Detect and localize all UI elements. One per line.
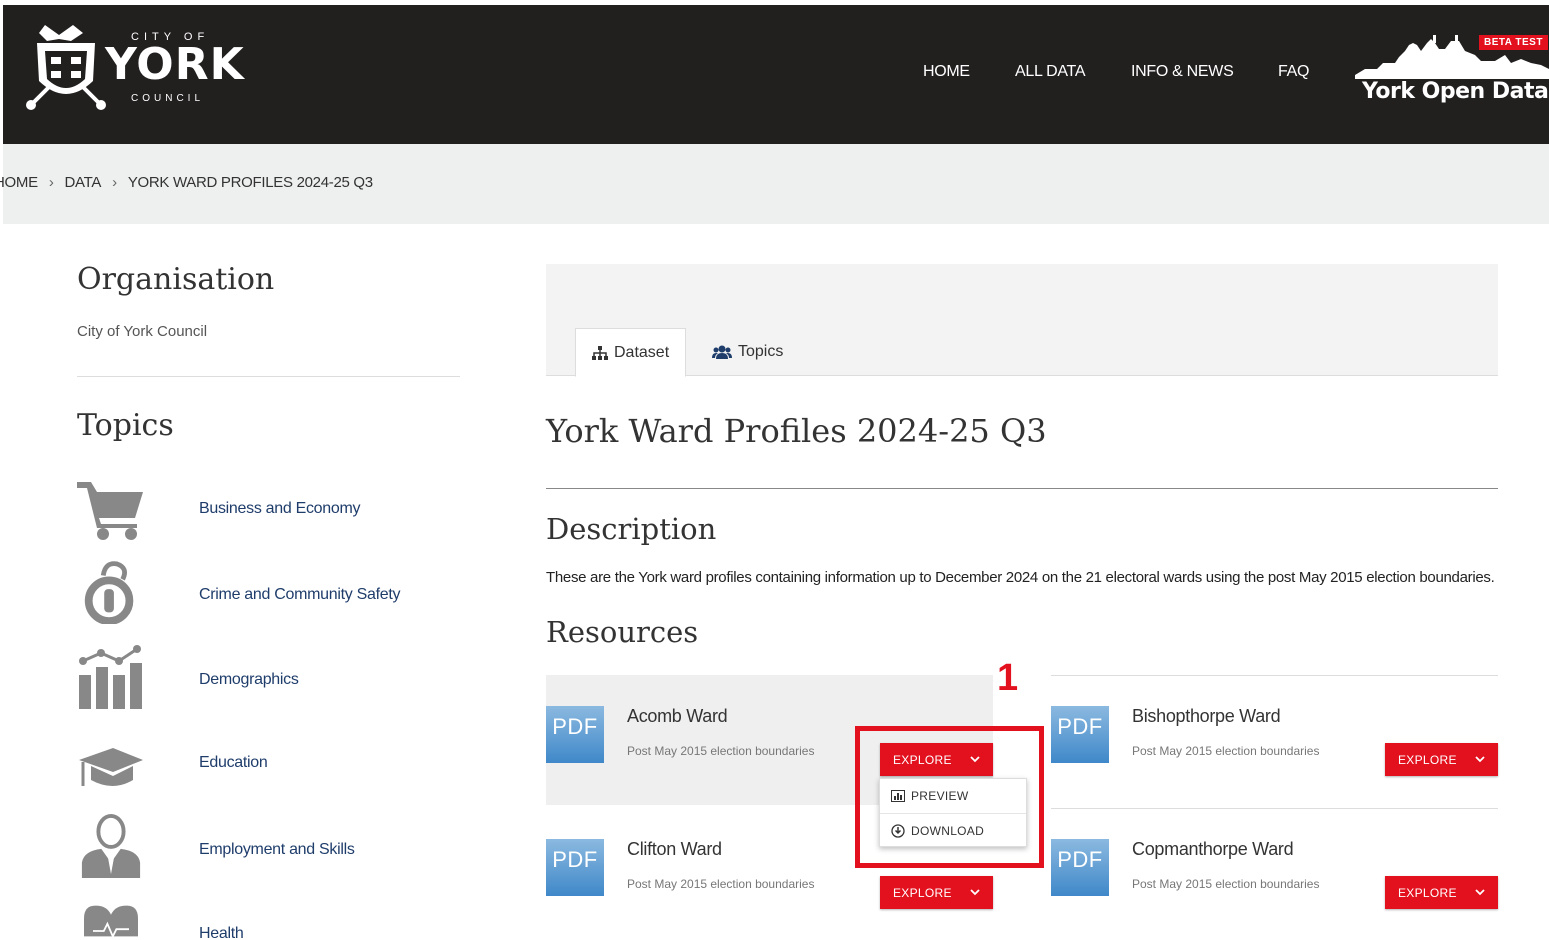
nav-info-news[interactable]: INFO & NEWS	[1131, 63, 1234, 81]
resource-subtitle: Post May 2015 election boundaries	[1132, 877, 1320, 891]
organisation-name: City of York Council	[77, 323, 208, 340]
resource-item[interactable]: PDF Copmanthorpe Ward Post May 2015 elec…	[1051, 808, 1498, 938]
tab-dataset-label: Dataset	[614, 343, 670, 361]
resource-subtitle: Post May 2015 election boundaries	[627, 744, 815, 758]
explore-button[interactable]: EXPLORE	[1385, 876, 1498, 909]
topic-label: Employment and Skills	[199, 841, 355, 858]
topic-label: Health	[199, 925, 244, 940]
topic-label: Business and Economy	[199, 500, 361, 517]
resources-heading: Resources	[546, 615, 699, 649]
topic-demographics[interactable]: Demographics	[77, 645, 460, 715]
resource-subtitle: Post May 2015 election boundaries	[1132, 744, 1320, 758]
topic-employment-and-skills[interactable]: Employment and Skills	[77, 814, 460, 884]
breadcrumb-separator-icon: ›	[112, 174, 117, 191]
breadcrumb: HOME › DATA › YORK WARD PROFILES 2024-25 Q3	[0, 174, 373, 191]
resource-divider	[1051, 808, 1498, 809]
resource-item[interactable]: PDF Bishopthorpe Ward Post May 2015 elec…	[1051, 675, 1498, 805]
breadcrumb-home[interactable]: HOME	[0, 174, 38, 191]
tab-topics-label: Topics	[738, 343, 784, 360]
bar-chart-icon	[79, 645, 142, 709]
businessman-icon	[81, 814, 141, 878]
site-header: CITY OF YORK COUNCIL HOME ALL DATA INFO …	[3, 5, 1549, 144]
organisation-heading: Organisation	[77, 262, 275, 297]
title-divider	[546, 488, 1498, 489]
pdf-file-icon: PDF	[546, 839, 604, 896]
chevron-down-icon	[970, 889, 980, 896]
topics-heading: Topics	[77, 408, 174, 443]
topic-label: Demographics	[199, 671, 299, 688]
logo-council-text: COUNCIL	[131, 93, 205, 104]
users-icon	[712, 345, 732, 359]
resource-subtitle: Post May 2015 election boundaries	[627, 877, 815, 891]
main-nav: HOME ALL DATA INFO & NEWS FAQ	[3, 63, 1549, 83]
annotation-highlight-box	[855, 726, 1044, 868]
topic-health[interactable]: Health	[77, 904, 460, 940]
explore-button[interactable]: EXPLORE	[880, 876, 993, 909]
handcuffs-icon	[84, 561, 134, 624]
tab-dataset[interactable]: Dataset	[575, 328, 687, 377]
topic-crime-and-community-safety[interactable]: Crime and Community Safety	[77, 560, 460, 630]
page-title: York Ward Profiles 2024-25 Q3	[546, 412, 1047, 450]
breadcrumb-current: YORK WARD PROFILES 2024-25 Q3	[127, 174, 373, 191]
resource-divider	[1051, 675, 1498, 676]
sidebar-divider	[77, 376, 460, 377]
topic-label: Crime and Community Safety	[199, 586, 401, 603]
chevron-down-icon	[1475, 756, 1485, 763]
explore-label: EXPLORE	[893, 885, 952, 900]
sitemap-icon	[592, 345, 608, 360]
explore-label: EXPLORE	[1398, 885, 1457, 900]
york-open-data-brand[interactable]: BETA TEST York Open Data	[1355, 33, 1549, 113]
pdf-file-icon: PDF	[1051, 706, 1109, 763]
nav-all-data[interactable]: ALL DATA	[1015, 63, 1086, 81]
breadcrumb-separator-icon: ›	[48, 174, 54, 191]
resource-name[interactable]: Acomb Ward	[627, 706, 728, 727]
beta-test-badge: BETA TEST	[1479, 35, 1548, 50]
heart-pulse-icon	[84, 905, 138, 939]
topic-education[interactable]: Education	[77, 738, 460, 808]
pdf-file-icon: PDF	[546, 706, 604, 763]
explore-button[interactable]: EXPLORE	[1385, 743, 1498, 776]
shopping-cart-icon	[77, 482, 143, 540]
breadcrumb-bar: HOME › DATA › YORK WARD PROFILES 2024-25 Q3	[0, 144, 1549, 224]
pdf-file-icon: PDF	[1051, 839, 1109, 896]
explore-label: EXPLORE	[1398, 752, 1457, 767]
breadcrumb-data[interactable]: DATA	[65, 174, 102, 191]
resource-name[interactable]: Copmanthorpe Ward	[1132, 839, 1294, 860]
topic-business-and-economy[interactable]: Business and Economy	[77, 478, 460, 548]
description-text: These are the York ward profiles contain…	[546, 569, 1495, 586]
resource-name[interactable]: Clifton Ward	[627, 839, 722, 860]
description-heading: Description	[546, 512, 717, 546]
tab-bar: Dataset Topics	[546, 264, 1498, 377]
nav-home[interactable]: HOME	[923, 63, 970, 81]
chevron-down-icon	[1475, 889, 1485, 896]
graduation-cap-icon	[79, 748, 143, 786]
tab-topics[interactable]: Topics	[696, 328, 799, 376]
annotation-number: 1	[997, 657, 1019, 699]
york-open-data-label: York Open Data	[1362, 79, 1549, 104]
resource-name[interactable]: Bishopthorpe Ward	[1132, 706, 1281, 727]
topic-label: Education	[199, 754, 268, 771]
nav-faq[interactable]: FAQ	[1278, 63, 1309, 81]
